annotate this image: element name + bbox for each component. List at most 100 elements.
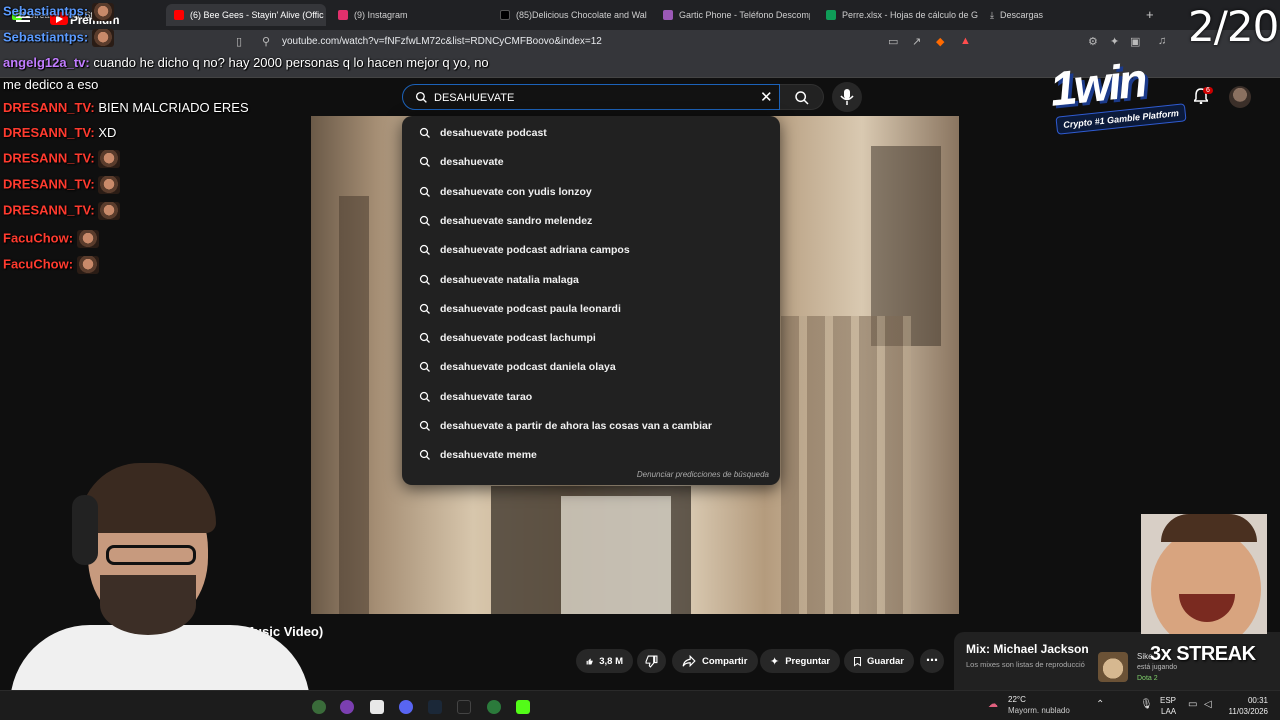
search-suggestion[interactable]: desahuevate con yudis lonzoy [402,177,780,206]
search-icon [419,332,430,344]
search-icon [419,127,430,138]
search-icon [419,157,430,168]
language[interactable]: ESP [1160,696,1176,705]
search-icon [419,420,430,431]
app-icon[interactable] [312,700,326,714]
tab-sheets[interactable]: Perre.xlsx - Hojas de cálculo de Goog [818,4,978,26]
mix-title: Mix: Michael Jackson [966,642,1089,656]
bookmark-save-icon [854,656,862,666]
search-suggestion[interactable]: desahuevate a partir de ahora las cosas … [402,411,780,440]
search-icon [795,91,809,105]
notification-badge: 6 [1203,87,1213,94]
tab-youtube[interactable]: (6) Bee Gees - Stayin' Alive (Offic✕ [166,4,326,26]
steam-icon[interactable] [428,700,442,714]
chat-username: Sebastiantps: [3,29,89,45]
clear-search-icon[interactable]: ✕ [760,88,773,106]
search-button[interactable] [780,84,824,110]
puzzle-icon[interactable]: ✦ [1110,35,1119,48]
app-icon[interactable] [340,700,354,714]
search-suggestion[interactable]: desahuevate podcast paula leonardi [402,294,780,323]
gartic-icon [663,10,673,20]
chat-emote [98,150,121,168]
sidebar-icon[interactable]: ▣ [1130,35,1140,48]
tab-tiktok[interactable]: (85)Delicious Chocolate and Walnut [492,4,647,26]
brave-rewards-icon[interactable]: ▲ [960,35,971,47]
chat-emote [91,3,114,21]
chat-message: angelg12a_tv: cuando he dicho q no? hay … [3,55,489,70]
chat-message: Sebastiantps: [3,29,114,47]
thumbs-down-icon [645,655,658,668]
chat-text: me dedico a eso [3,77,99,92]
report-predictions-link[interactable]: Denunciar predicciones de búsqueda [637,470,769,479]
app-icon[interactable] [487,700,501,714]
ask-button[interactable]: ✦ Preguntar [760,649,840,673]
streamer-webcam [0,455,320,720]
kick-icon[interactable] [516,700,530,714]
chat-message: DRESANN_TV: [3,176,121,194]
streak-badge: 3x STREAK [1150,643,1256,665]
search-suggestion[interactable]: desahuevate meme [402,440,780,469]
save-button[interactable]: Guardar [844,649,914,673]
share-icon[interactable]: ↗ [912,35,921,48]
search-suggestion[interactable]: desahuevate podcast lachumpi [402,323,780,352]
chat-message: DRESANN_TV: [3,202,121,220]
file-icon[interactable] [370,700,384,714]
chat-username: FacuChow: [3,230,74,246]
extension-icon[interactable]: ⚙ [1088,35,1098,48]
media-icon[interactable]: ♫ [1158,35,1166,47]
suggestion-text: desahuevate podcast paula leonardi [440,302,621,315]
tab-downloads[interactable]: ⤓ Descargas [982,4,1082,26]
chat-text: BIEN MALCRIADO ERES [98,100,249,115]
url-field[interactable]: youtube.com/watch?v=fNFzfwLM72c&list=RDN… [282,36,602,47]
terminal-icon[interactable] [457,700,471,714]
search-suggestion[interactable]: desahuevate natalia malaga [402,265,780,294]
brave-shield-icon[interactable]: ◆ [936,35,944,48]
date[interactable]: 11/03/2026 [1220,707,1268,716]
share-button[interactable]: Compartir [672,649,758,673]
search-suggestion[interactable]: desahuevate tarao [402,382,780,411]
tab-gartic[interactable]: Gartic Phone - Teléfono Descompuest [655,4,810,26]
network-icon[interactable]: ▭ [1188,699,1197,710]
chat-message: FacuChow: [3,256,99,274]
youtube-icon [174,10,184,20]
sheets-icon [826,10,836,20]
like-button[interactable]: 3,8 M [576,649,633,673]
search-icon [419,362,430,373]
dislike-button[interactable] [637,649,666,673]
search-suggestion[interactable]: desahuevate sandro melendez [402,206,780,235]
search-box [402,84,780,110]
chat-emote [76,230,99,248]
chat-message: me dedico a eso [3,77,98,92]
tray-chevron-icon[interactable]: ⌃ [1096,699,1104,710]
player-avatar [1098,652,1128,682]
more-actions-button[interactable]: ⋯ [920,649,944,673]
search-suggestion[interactable]: desahuevate podcast [402,118,780,147]
search-suggestion[interactable]: desahuevate podcast daniela olaya [402,352,780,381]
mic-tray-icon[interactable]: 🎙 [1140,699,1153,710]
bookmark-icon[interactable]: ▯ [236,35,242,48]
suggestion-text: desahuevate podcast daniela olaya [440,361,616,374]
search-suggestion[interactable]: desahuevate [402,147,780,176]
clock[interactable]: 00:31 [1228,696,1268,705]
avatar[interactable] [1229,86,1251,108]
search-input[interactable] [434,89,754,106]
suggestion-text: desahuevate [440,156,504,169]
new-tab-icon[interactable]: + [1146,7,1154,22]
chat-username: DRESANN_TV: [3,150,95,166]
keyboard-layout[interactable]: LAA [1161,707,1176,716]
taskbar [0,690,1280,720]
tab-instagram[interactable]: (9) Instagram [330,4,480,26]
discord-icon[interactable] [399,700,413,714]
search-suggestion[interactable]: desahuevate podcast adriana campos [402,235,780,264]
site-info-icon[interactable]: ⚲ [262,35,270,48]
search-icon [419,303,430,314]
search-icon [419,186,430,197]
chat-text: XD [98,125,117,140]
suggestion-text: desahuevate sandro melendez [440,214,593,227]
volume-icon[interactable]: ◁ [1204,699,1212,710]
guest-webcam [1141,514,1267,634]
voice-search-button[interactable] [832,82,862,112]
mix-subtitle: Los mixes son listas de reproducció [966,660,1085,669]
address-bar: ▯ ⚲ youtube.com/watch?v=fNFzfwLM72c&list… [0,30,1280,54]
cast-icon[interactable]: ▭ [888,35,898,48]
